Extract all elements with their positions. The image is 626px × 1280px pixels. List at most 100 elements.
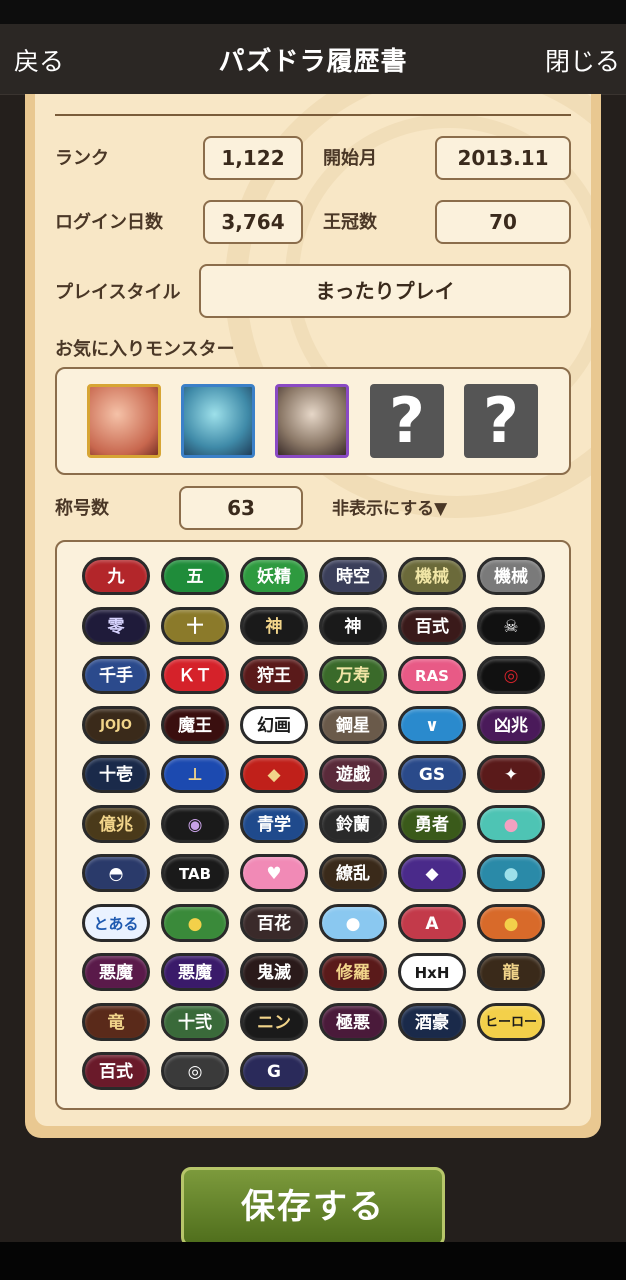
title-badge[interactable]: ニン xyxy=(240,1002,308,1041)
title-badge[interactable]: ☠ xyxy=(477,606,545,645)
title-badge[interactable]: 万寿 xyxy=(319,656,387,694)
hide-titles-link[interactable]: 非表示にする▼ xyxy=(332,494,447,519)
title-badge[interactable]: 酒豪 xyxy=(398,1002,466,1041)
title-badge[interactable]: ⊥ xyxy=(161,755,229,793)
title-badge[interactable]: 神 xyxy=(319,606,387,645)
title-badge[interactable]: 勇者 xyxy=(398,804,466,843)
divider xyxy=(55,114,571,116)
title-badge[interactable]: ● xyxy=(161,903,229,942)
title-badge[interactable]: ● xyxy=(477,854,545,892)
favorite-monster-empty-1[interactable]: ? xyxy=(370,384,444,458)
title-badge[interactable]: ◎ xyxy=(477,656,545,694)
title-badge[interactable]: ヒーロー xyxy=(477,1002,545,1041)
title-badge[interactable]: 百式 xyxy=(82,1052,150,1090)
title-badge[interactable]: 神 xyxy=(240,606,308,645)
rank-value-text: 1,122 xyxy=(221,146,285,170)
title-badge[interactable]: 幻画 xyxy=(240,705,308,744)
play-style-text: まったりプレイ xyxy=(315,279,455,303)
title-badge[interactable]: GS xyxy=(398,755,466,793)
rank-value: 1,122 xyxy=(203,136,303,180)
titles-count-text: 63 xyxy=(227,496,255,520)
title-badge[interactable]: 龍 xyxy=(477,953,545,991)
play-style-label: プレイスタイル xyxy=(55,282,181,303)
title-badge[interactable]: ✦ xyxy=(477,755,545,793)
title-badge[interactable]: とある xyxy=(82,903,150,942)
title-badge[interactable]: ◆ xyxy=(240,755,308,793)
start-month-label: 開始月 xyxy=(323,148,377,169)
title-badge[interactable]: 繚乱 xyxy=(319,854,387,892)
title-badge[interactable]: ● xyxy=(477,804,545,843)
login-days-value: 3,764 xyxy=(203,200,303,244)
title-badge[interactable]: 鋼星 xyxy=(319,705,387,744)
title-badge[interactable]: JOJO xyxy=(82,705,150,744)
title-badge[interactable]: ◉ xyxy=(161,804,229,843)
favorite-monster-1[interactable] xyxy=(87,384,161,458)
title-badge[interactable]: 魔王 xyxy=(161,705,229,744)
favorite-monsters-box: ? ? xyxy=(55,367,571,475)
title-badge[interactable]: 遊戯 xyxy=(319,755,387,793)
title-badge[interactable]: ♥ xyxy=(240,854,308,892)
title-badge[interactable]: 狩王 xyxy=(240,656,308,694)
start-month-text: 2013.11 xyxy=(457,146,549,170)
profile-card[interactable]: ランク 1,122 開始月 2013.11 ログイン日数 3,764 王冠数 7… xyxy=(35,94,591,1126)
title-badge[interactable]: ∨ xyxy=(398,705,466,744)
crown-count-value: 70 xyxy=(435,200,571,244)
title-badge[interactable]: ◎ xyxy=(161,1052,229,1090)
title-badge[interactable]: 鈴蘭 xyxy=(319,804,387,843)
title-badge[interactable]: 百式 xyxy=(398,606,466,645)
login-days-label: ログイン日数 xyxy=(55,212,163,233)
title-badge[interactable]: ● xyxy=(319,903,387,942)
favorite-monster-2[interactable] xyxy=(181,384,255,458)
title-badge[interactable]: 零 xyxy=(82,606,150,645)
title-badge[interactable]: 十 xyxy=(161,606,229,645)
crown-count-text: 70 xyxy=(489,210,517,234)
title-badge[interactable]: TAB xyxy=(161,854,229,892)
rank-label: ランク xyxy=(55,148,109,169)
nav-bar: 戻る パズドラ履歴書 閉じる xyxy=(0,24,626,95)
title-badge[interactable]: 千手 xyxy=(82,656,150,694)
title-badge[interactable]: A xyxy=(398,903,466,942)
title-badge[interactable]: 五 xyxy=(161,557,229,595)
title-badge[interactable]: ◓ xyxy=(82,854,150,892)
favorite-monsters-label: お気に入りモンスター xyxy=(55,339,235,360)
titles-count-label: 称号数 xyxy=(55,498,109,519)
title-badge[interactable]: 極悪 xyxy=(319,1002,387,1041)
close-button[interactable]: 閉じる xyxy=(545,42,620,78)
title-badge[interactable]: 鬼滅 xyxy=(240,953,308,991)
title-badge[interactable]: 悪魔 xyxy=(82,953,150,991)
title-badge[interactable]: 機械 xyxy=(398,557,466,595)
page-title: パズドラ履歴書 xyxy=(218,47,408,77)
title-badge[interactable]: 青学 xyxy=(240,804,308,843)
title-badge[interactable]: 修羅 xyxy=(319,953,387,991)
save-button[interactable]: 保存する xyxy=(181,1167,445,1247)
titles-grid: 九五妖精 時空 機械 機械零十神神百式 ☠ 千手 ＫＴ 狩王 万寿 RAS ◎ JOJO 魔王 幻画 鋼星 ∨… xyxy=(55,540,571,1110)
title-badge[interactable]: ◆ xyxy=(398,854,466,892)
title-badge[interactable]: G xyxy=(240,1052,308,1090)
status-bar xyxy=(0,0,626,24)
title-badge[interactable]: 百花 xyxy=(240,903,308,942)
title-badge[interactable]: ● xyxy=(477,903,545,942)
back-button[interactable]: 戻る xyxy=(14,42,64,78)
crown-count-label: 王冠数 xyxy=(323,212,377,233)
title-badge[interactable]: 九 xyxy=(82,557,150,595)
title-badge[interactable]: 億兆 xyxy=(82,804,150,843)
title-badge[interactable]: 妖精 xyxy=(240,557,308,595)
title-badge[interactable]: 十弐 xyxy=(161,1002,229,1041)
system-nav-bar xyxy=(0,1242,626,1280)
favorite-monster-empty-2[interactable]: ? xyxy=(464,384,538,458)
profile-panel: ランク 1,122 開始月 2013.11 ログイン日数 3,764 王冠数 7… xyxy=(25,94,601,1138)
title-badge[interactable]: HxH xyxy=(398,953,466,991)
title-badge[interactable]: ＫＴ xyxy=(161,656,229,694)
login-days-text: 3,764 xyxy=(221,210,285,234)
title-badge[interactable]: 竜 xyxy=(82,1002,150,1041)
start-month-value: 2013.11 xyxy=(435,136,571,180)
title-badge[interactable]: 機械 xyxy=(477,557,545,595)
title-badge[interactable]: 時空 xyxy=(319,557,387,595)
play-style-field[interactable]: まったりプレイ xyxy=(199,264,571,318)
favorite-monster-3[interactable] xyxy=(275,384,349,458)
titles-count-value: 63 xyxy=(179,486,303,530)
title-badge[interactable]: RAS xyxy=(398,656,466,694)
title-badge[interactable]: 十壱 xyxy=(82,755,150,793)
title-badge[interactable]: 悪魔 xyxy=(161,953,229,991)
title-badge[interactable]: 凶兆 xyxy=(477,705,545,744)
